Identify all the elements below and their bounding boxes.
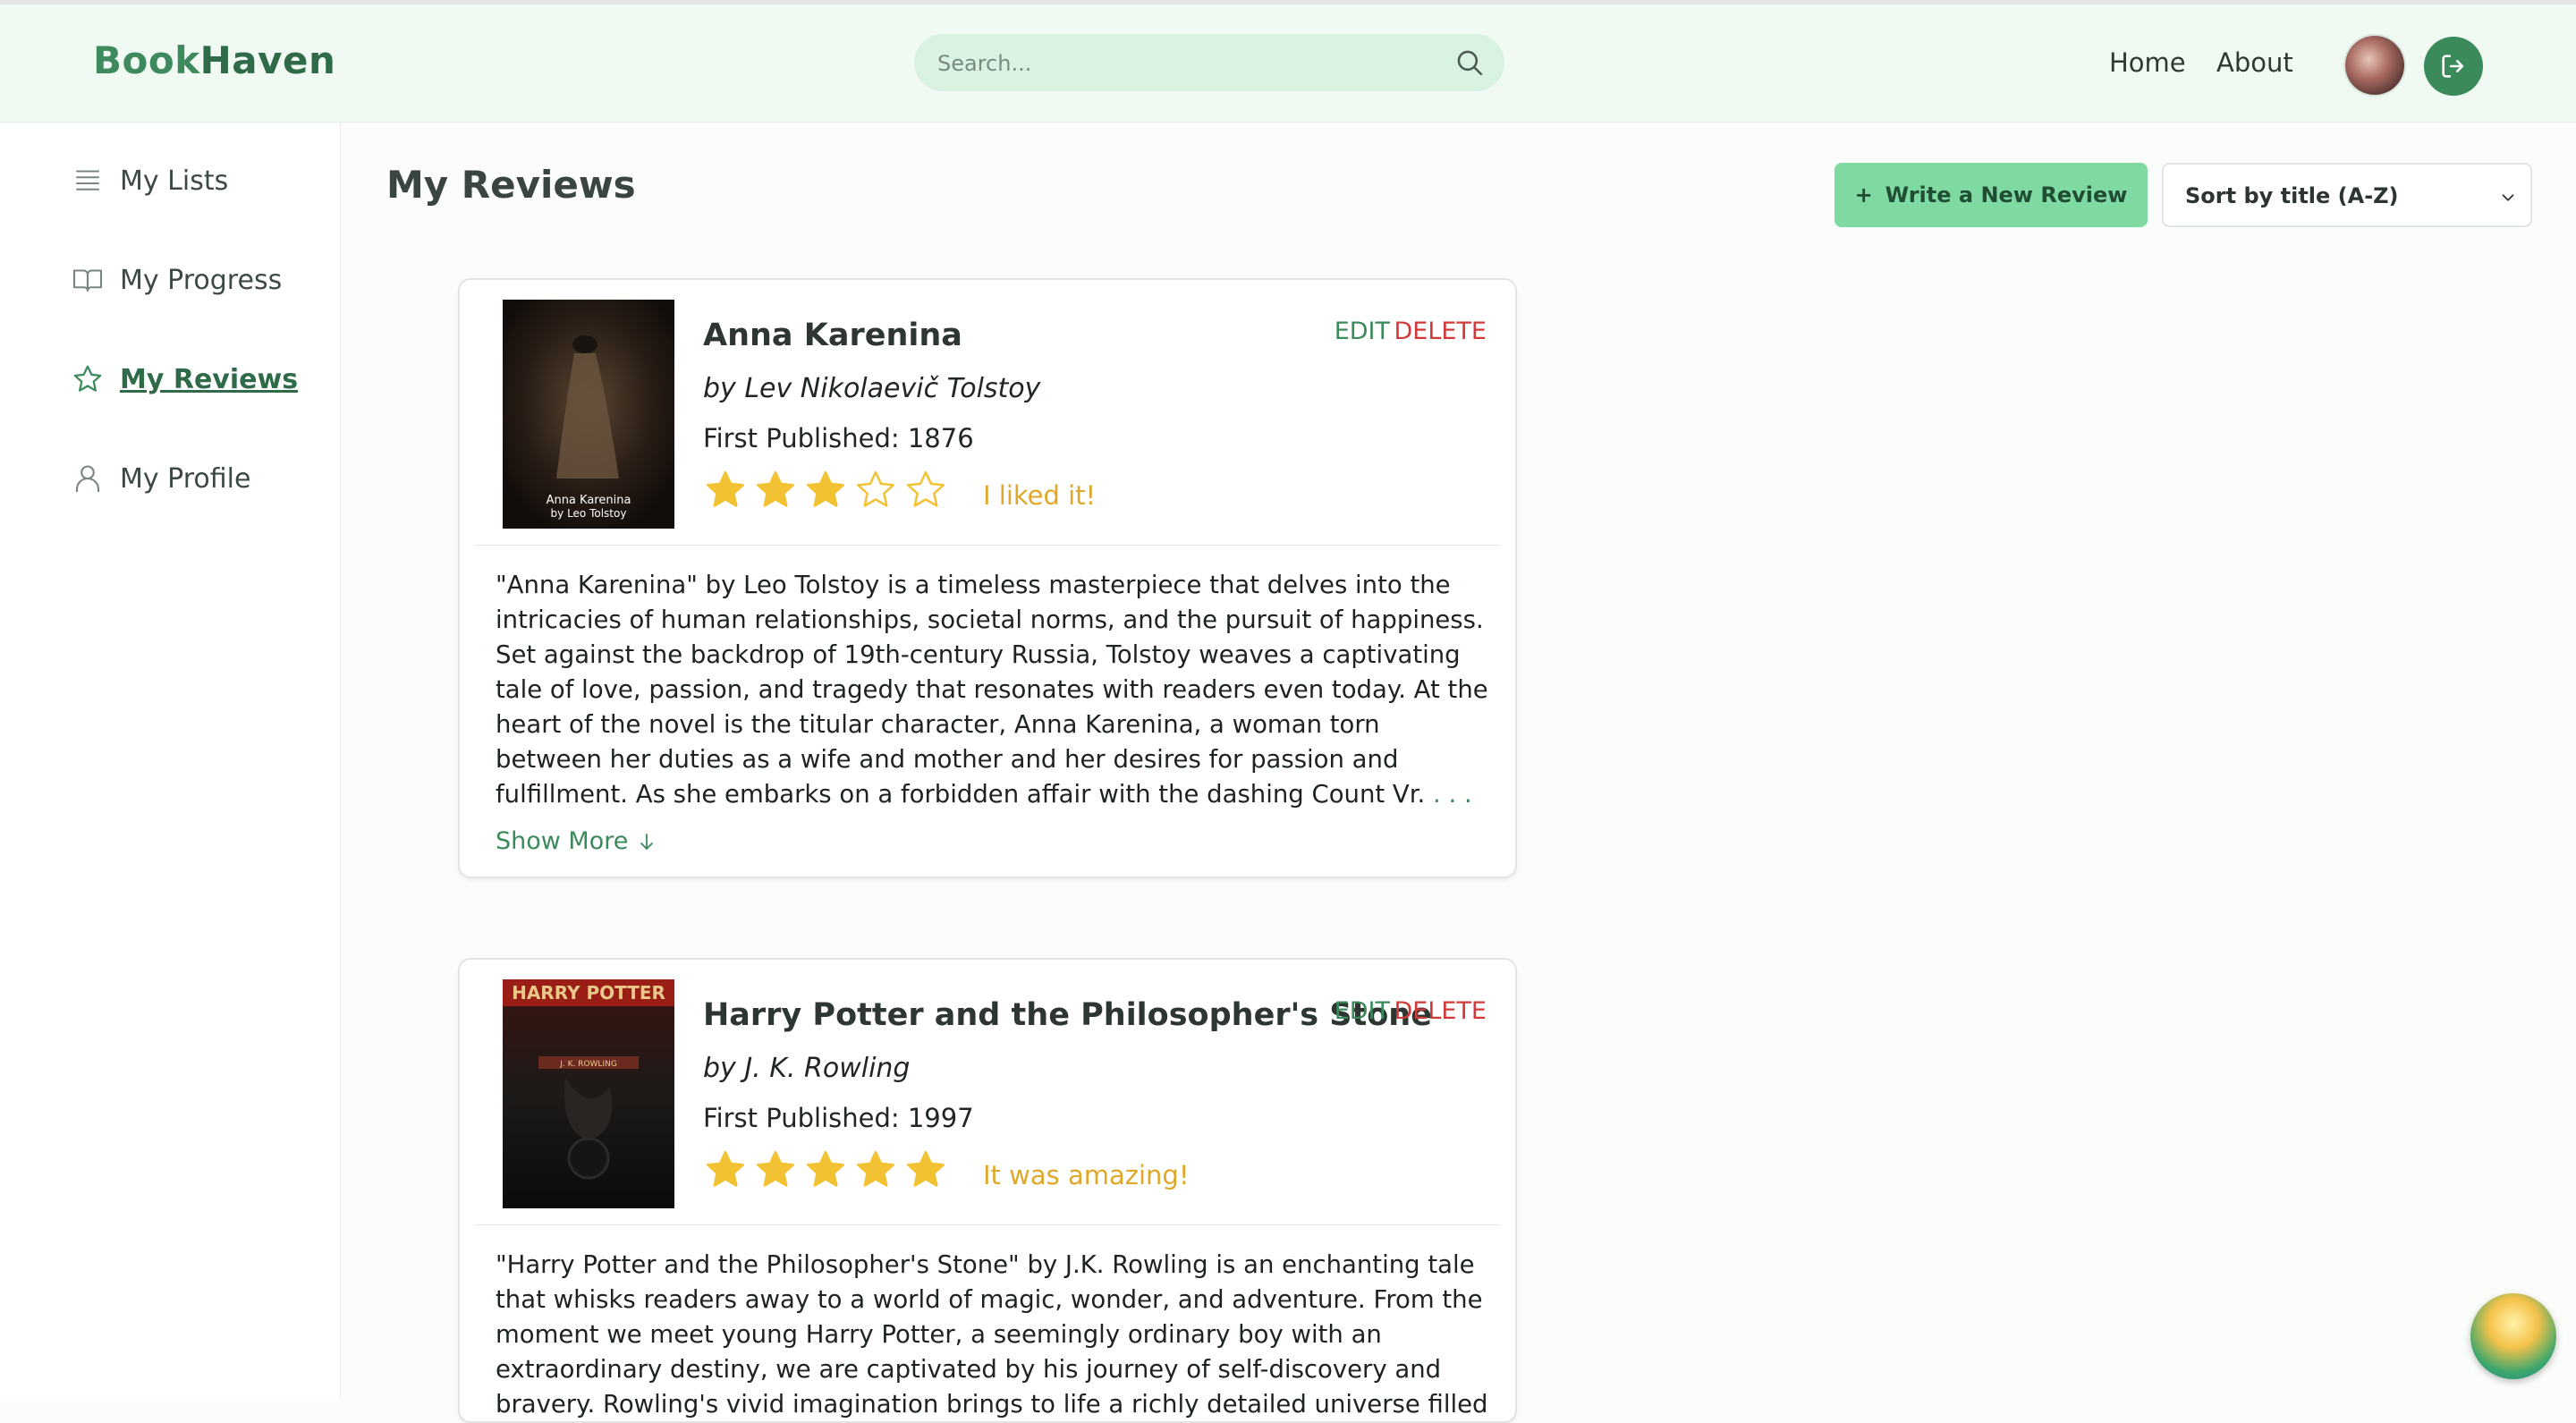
logout-icon — [2442, 55, 2464, 78]
review-card: HARRY POTTER J. K. ROWLING Harry Potter … — [458, 958, 1517, 1423]
open-book-icon — [72, 269, 103, 292]
delete-button[interactable]: DELETE — [1394, 997, 1487, 1025]
user-icon — [75, 465, 100, 492]
star-filled-icon — [906, 1150, 945, 1187]
edit-button[interactable]: EDIT — [1335, 318, 1390, 345]
star-filled-icon — [756, 1150, 795, 1187]
book-title: Harry Potter and the Philosopher's Stone — [703, 997, 1432, 1033]
show-more-button[interactable]: Show More — [496, 827, 657, 855]
book-cover-image: HARRY POTTER J. K. ROWLING — [503, 979, 674, 1208]
star-filled-icon — [756, 470, 795, 507]
review-body: "Anna Karenina" by Leo Tolstoy is a time… — [496, 571, 1488, 809]
sidebar-item-my-lists[interactable]: My Lists — [72, 158, 228, 203]
search-input[interactable] — [936, 43, 1440, 84]
user-avatar[interactable] — [2345, 36, 2404, 95]
chevron-down-icon — [2502, 194, 2514, 201]
top-header: BookHaven Home About — [0, 4, 2576, 123]
sidebar-item-my-progress[interactable]: My Progress — [72, 258, 282, 302]
sidebar-item-my-reviews[interactable]: My Reviews — [72, 357, 298, 402]
search-bar — [914, 34, 1504, 91]
nav-about-link[interactable]: About — [2216, 47, 2293, 78]
book-title: Anna Karenina — [703, 318, 962, 353]
book-author: by Lev Nikolaevič Tolstoy — [703, 373, 1041, 404]
cover-title-text: Anna Karenina — [547, 494, 631, 507]
arrow-down-icon — [640, 834, 653, 851]
sort-select[interactable]: Sort by title (A-Z) — [2162, 163, 2532, 227]
star-empty-icon — [856, 470, 895, 507]
card-divider — [474, 545, 1501, 546]
cover-author-text: by Leo Tolstoy — [551, 507, 627, 520]
rating-label: I liked it! — [983, 480, 1097, 511]
write-review-label: Write a New Review — [1885, 182, 2128, 208]
sidebar-item-my-profile[interactable]: My Profile — [72, 456, 250, 501]
sort-select-value: Sort by title (A-Z) — [2185, 183, 2399, 208]
card-divider — [474, 1224, 1501, 1225]
cover-title-text: HARRY POTTER — [512, 982, 665, 1004]
book-cover-image: Anna Karenina by Leo Tolstoy — [503, 300, 674, 529]
nav-home-link[interactable]: Home — [2109, 47, 2186, 78]
star-filled-icon — [706, 1150, 745, 1187]
star-outline-icon — [73, 365, 102, 392]
rating-label: It was amazing! — [983, 1160, 1190, 1190]
sidebar-item-label: My Progress — [120, 264, 283, 296]
review-text: "Harry Potter and the Philosopher's Ston… — [496, 1250, 1488, 1419]
logout-button[interactable] — [2424, 37, 2483, 96]
plus-icon: + — [1854, 182, 1873, 208]
book-author: by J. K. Rowling — [703, 1053, 911, 1084]
star-filled-icon — [806, 1150, 845, 1187]
first-published: First Published: 1997 — [703, 1103, 974, 1133]
logo-part-haven: Haven — [199, 38, 336, 82]
star-filled-icon — [856, 1150, 895, 1187]
review-text: "Anna Karenina" by Leo Tolstoy is a time… — [496, 568, 1488, 812]
star-empty-icon — [906, 470, 945, 507]
show-more-label: Show More — [496, 827, 629, 855]
write-review-button[interactable]: + Write a New Review — [1835, 163, 2148, 227]
floating-assistant-button[interactable] — [2470, 1293, 2556, 1379]
brand-logo[interactable]: BookHaven — [93, 38, 335, 82]
delete-button[interactable]: DELETE — [1394, 318, 1487, 345]
sidebar-item-label: My Reviews — [120, 363, 299, 395]
star-filled-icon — [706, 470, 745, 507]
list-icon — [75, 170, 100, 191]
cover-author-text: J. K. ROWLING — [559, 1060, 617, 1069]
logo-part-book: Book — [93, 38, 200, 82]
sidebar: My Lists My Progress My Reviews My Profi… — [0, 123, 341, 1399]
sidebar-item-label: My Lists — [120, 165, 229, 197]
star-rating — [703, 468, 948, 512]
star-filled-icon — [806, 470, 845, 507]
edit-button[interactable]: EDIT — [1335, 997, 1390, 1025]
sidebar-item-label: My Profile — [120, 462, 251, 495]
ellipsis: . . . — [1425, 780, 1472, 809]
star-rating — [703, 1148, 948, 1192]
first-published: First Published: 1876 — [703, 423, 974, 453]
review-card: Anna Karenina by Leo Tolstoy Anna Kareni… — [458, 278, 1517, 878]
page-title: My Reviews — [386, 163, 636, 207]
search-icon[interactable] — [1454, 47, 1485, 78]
